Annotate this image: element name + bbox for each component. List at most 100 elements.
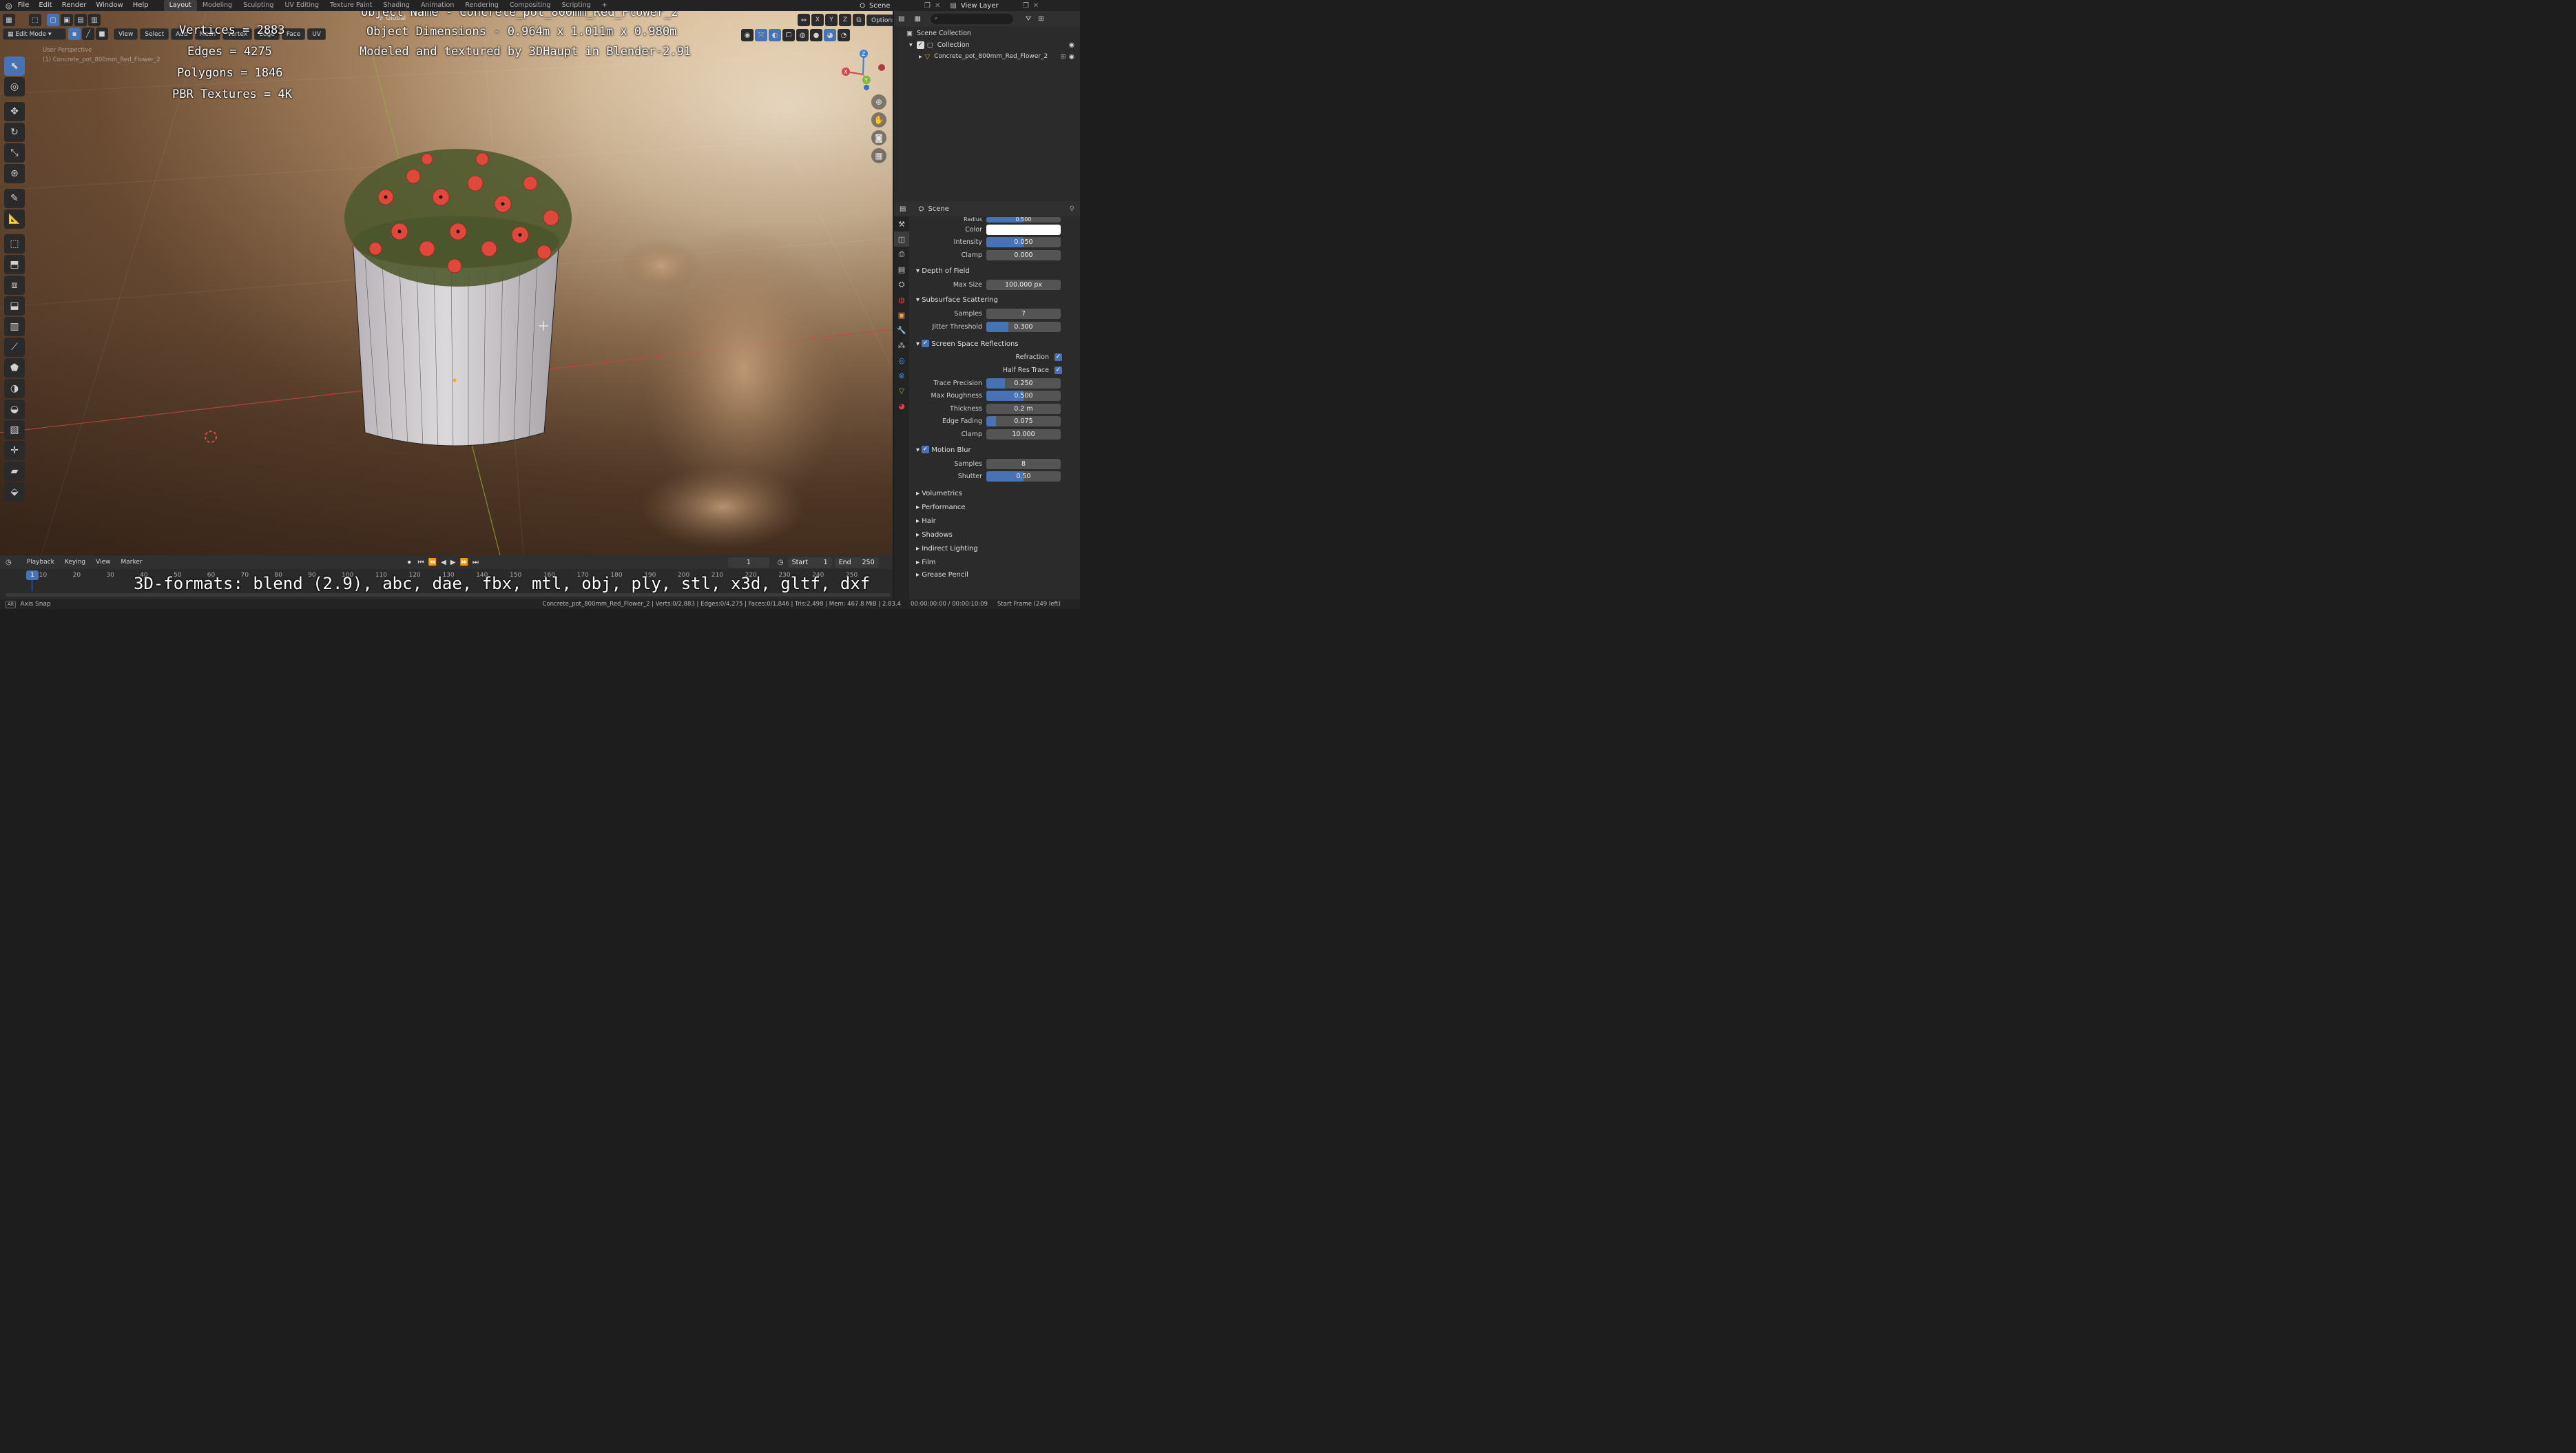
loop-cut-tool-icon[interactable]: ▥ [4, 317, 25, 336]
play-icon[interactable]: ▶ [450, 559, 456, 566]
playhead[interactable]: 1 [26, 570, 39, 580]
rip-tool-icon[interactable]: ⬙ [4, 482, 25, 502]
move-tool-icon[interactable]: ✥ [4, 102, 25, 121]
orientation-gizmo-icon[interactable]: Z X Y [839, 48, 887, 96]
menu-view[interactable]: View [114, 28, 138, 40]
options-dropdown[interactable]: Options [866, 14, 893, 26]
axis-x-button[interactable]: X [811, 14, 824, 26]
physics-tab-icon[interactable]: ◎ [894, 353, 909, 368]
solid-shading-icon[interactable]: ● [810, 29, 822, 41]
tab-layout[interactable]: Layout [163, 0, 197, 11]
half-res-checkbox[interactable]: ✓ [1055, 366, 1062, 374]
tab-uv-editing[interactable]: UV Editing [279, 0, 324, 11]
visibility-icon[interactable]: ◉ [741, 29, 754, 41]
axis-y-button[interactable]: Y [825, 14, 838, 26]
menu-select[interactable]: Select [140, 28, 169, 40]
start-frame-field[interactable]: Start 1 [787, 557, 832, 568]
tab-rendering[interactable]: Rendering [459, 0, 504, 11]
knife-tool-icon[interactable]: ⟋ [4, 338, 25, 357]
shear-tool-icon[interactable]: ▰ [4, 462, 25, 481]
poly-build-tool-icon[interactable]: ⬟ [4, 358, 25, 378]
edge-select-icon[interactable]: ╱ [82, 28, 94, 40]
shutter-field[interactable]: 0.50 [986, 471, 1061, 482]
collection-visibility-icon[interactable]: ◉ [1069, 39, 1074, 51]
collection-checkbox[interactable]: ✓ [916, 41, 924, 49]
menu-timeline-view[interactable]: View [92, 557, 114, 568]
particles-tab-icon[interactable]: ⁂ [894, 338, 909, 353]
outliner-row-collection[interactable]: ▾ ✓ ▢ Collection ◉ [894, 39, 1080, 51]
output-tab-icon[interactable]: ⎙ [894, 247, 909, 262]
mirror-icon[interactable]: ⇔ [798, 14, 810, 26]
timeline-editor-icon[interactable]: ◷ [6, 559, 12, 566]
gizmo-icon[interactable]: ⤧ [755, 29, 767, 41]
panel-hair[interactable]: ▸ Hair [911, 515, 1080, 528]
properties-editor-icon[interactable]: ▤ [900, 205, 906, 213]
axis-z-button[interactable]: Z [839, 14, 851, 26]
panel-volumetrics[interactable]: ▸ Volumetrics [911, 487, 1080, 501]
panel-subsurface-scattering[interactable]: ▾ Subsurface Scattering [911, 293, 1080, 307]
transform-tool-icon[interactable]: ⊛ [4, 164, 25, 183]
panel-performance[interactable]: ▸ Performance [911, 501, 1080, 515]
menu-marker[interactable]: Marker [117, 557, 147, 568]
view-layer-name[interactable]: View Layer [961, 2, 1023, 10]
select-subtract-icon[interactable]: ▤ [74, 14, 87, 26]
annotate-tool-icon[interactable]: ✎ [4, 189, 25, 208]
scene-name[interactable]: Scene [869, 2, 924, 10]
editor-type-icon[interactable]: ▦ [3, 14, 15, 26]
object-tab-icon[interactable]: ▣ [894, 307, 909, 322]
expand-arrow-icon[interactable]: ▸ [919, 51, 922, 63]
panel-film[interactable]: ▸ Film [911, 556, 1080, 570]
blender-logo-icon[interactable]: ◎ [6, 1, 12, 10]
trace-precision-field[interactable]: 0.250 [986, 378, 1061, 389]
next-keyframe-icon[interactable]: ⏩ [459, 559, 468, 566]
pin-icon[interactable]: ⚲ [1070, 205, 1074, 213]
menu-playback[interactable]: Playback [23, 557, 59, 568]
inset-tool-icon[interactable]: ⧈ [4, 276, 25, 295]
color-swatch[interactable] [986, 224, 1061, 235]
ssr-clamp-field[interactable]: 10.000 [986, 429, 1061, 440]
menu-edit[interactable]: Edit [39, 0, 52, 11]
menu-help[interactable]: Help [133, 0, 149, 11]
vertex-select-icon[interactable]: ▪ [68, 28, 81, 40]
tab-scripting[interactable]: Scripting [556, 0, 596, 11]
object-visibility-icon[interactable]: ◉ [1069, 51, 1074, 63]
auto-merge-icon[interactable]: ⧉ [853, 14, 865, 26]
play-reverse-icon[interactable]: ◀ [441, 559, 446, 566]
smooth-tool-icon[interactable]: ◒ [4, 400, 25, 419]
pan-hand-icon[interactable]: ✋ [871, 112, 886, 127]
end-frame-field[interactable]: End 250 [834, 557, 879, 568]
panel-depth-of-field[interactable]: ▾ Depth of Field [911, 265, 1080, 278]
tab-animation[interactable]: Animation [415, 0, 459, 11]
cursor-tool-icon[interactable]: ◎ [4, 77, 25, 96]
modifier-tab-icon[interactable]: 🔧 [894, 322, 909, 338]
mb-samples-field[interactable]: 8 [986, 458, 1061, 469]
intensity-field[interactable]: 0.050 [986, 237, 1061, 248]
add-workspace-icon[interactable]: + [596, 0, 613, 11]
select-intersect-icon[interactable]: ▥ [88, 14, 101, 26]
menu-keying[interactable]: Keying [61, 557, 90, 568]
object-data-icon[interactable]: ⊞ [1061, 51, 1066, 63]
outliner-row-scene-collection[interactable]: ▣ Scene Collection [894, 28, 1080, 39]
edge-fading-field[interactable]: 0.075 [986, 416, 1061, 427]
constraints-tab-icon[interactable]: ⊗ [894, 368, 909, 383]
menu-face[interactable]: Face [281, 28, 306, 40]
edge-slide-tool-icon[interactable]: ▧ [4, 420, 25, 440]
material-shading-icon[interactable]: ◕ [824, 29, 836, 41]
current-frame-field[interactable]: 1 [727, 557, 769, 568]
select-new-icon[interactable]: ▢ [47, 14, 59, 26]
scene-tab-icon[interactable]: ⛭ [894, 277, 909, 292]
perspective-grid-icon[interactable]: ▦ [871, 148, 886, 163]
outliner-row-object[interactable]: ▸ ▽ Concrete_pot_800mm_Red_Flower_2 ⊞ ◉ [894, 51, 1080, 63]
view-layer-tab-icon[interactable]: ▤ [894, 262, 909, 277]
rotate-tool-icon[interactable]: ↻ [4, 123, 25, 142]
panel-shadows[interactable]: ▸ Shadows [911, 528, 1080, 542]
expand-arrow-icon[interactable]: ▾ [909, 39, 913, 51]
copy-icon[interactable]: ❐ [924, 2, 931, 10]
timeline-scrollbar[interactable] [6, 593, 890, 597]
thickness-field[interactable]: 0.2 m [986, 403, 1061, 414]
prop-field[interactable]: 0.500 [986, 217, 1061, 223]
close-icon[interactable]: ✕ [935, 2, 940, 10]
clamp-field[interactable]: 0.000 [986, 249, 1061, 260]
jump-end-icon[interactable]: ⏭ [472, 559, 479, 566]
menu-file[interactable]: File [18, 0, 30, 11]
